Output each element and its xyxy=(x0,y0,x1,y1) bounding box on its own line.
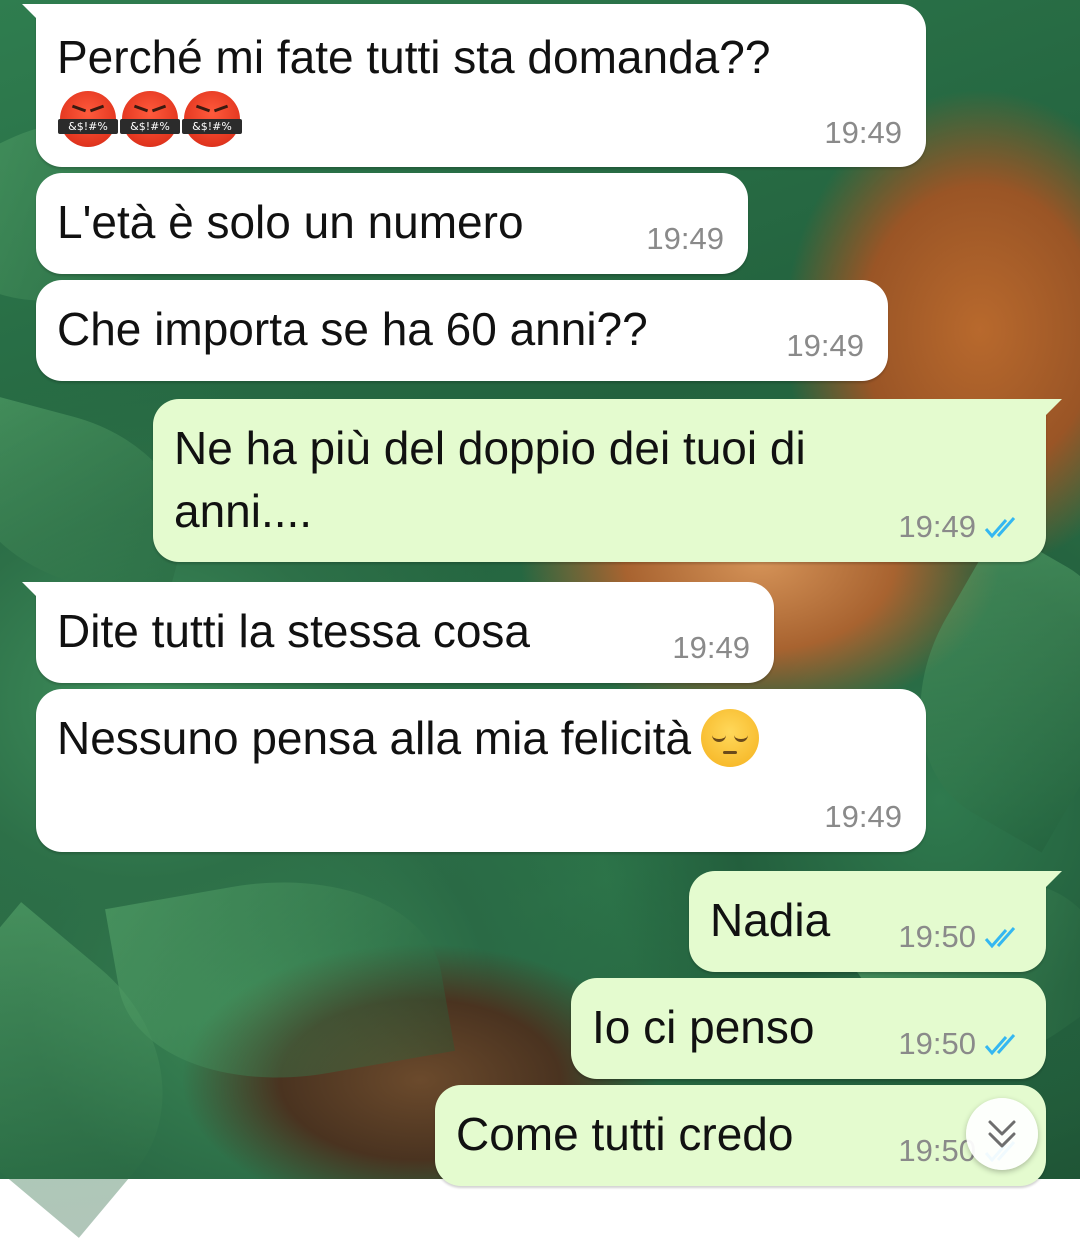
angry-face-icon: &$!#% xyxy=(120,91,180,147)
message-timestamp: 19:50 xyxy=(898,1026,976,1061)
message-timestamp: 19:49 xyxy=(824,799,902,834)
message-text: Dite tutti la stessa cosa xyxy=(57,605,530,657)
message-timestamp: 19:50 xyxy=(898,1133,976,1168)
angry-face-icon: &$!#% xyxy=(58,91,118,147)
message-text-line: Ne ha più del doppio dei tuoi di xyxy=(174,422,806,474)
bubble-tail xyxy=(22,582,44,604)
message-emoji-row: &$!#% &$!#% &$!#% xyxy=(58,91,246,147)
message-text-row: Nessuno pensa alla mia felicità xyxy=(57,709,760,767)
double-chevron-down-icon xyxy=(988,1120,1016,1148)
message-bubble-incoming[interactable]: L'età è solo un numero 19:49 xyxy=(36,173,748,274)
message-bubble-outgoing[interactable]: Io ci penso 19:50 xyxy=(571,978,1046,1079)
message-timestamp: 19:49 xyxy=(898,509,976,544)
message-bubble-outgoing[interactable]: Nadia 19:50 xyxy=(689,871,1062,972)
message-text: Che importa se ha 60 anni?? xyxy=(57,303,648,355)
read-receipt-icon xyxy=(984,517,1016,539)
message-timestamp: 19:49 xyxy=(824,115,902,150)
scroll-to-bottom-button[interactable] xyxy=(966,1098,1038,1170)
message-text: Nessuno pensa alla mia felicità xyxy=(57,712,692,764)
message-bubble-incoming[interactable]: Nessuno pensa alla mia felicità 19:49 xyxy=(36,689,926,852)
message-bubble-incoming[interactable]: Perché mi fate tutti sta domanda?? &$!#%… xyxy=(22,4,926,167)
message-bubble-incoming[interactable]: Che importa se ha 60 anni?? 19:49 xyxy=(36,280,888,381)
message-text: Come tutti credo xyxy=(456,1108,794,1160)
message-timestamp: 19:49 xyxy=(672,630,750,665)
bubble-tail xyxy=(1040,871,1062,893)
message-timestamp: 19:49 xyxy=(786,328,864,363)
read-receipt-icon xyxy=(984,1034,1016,1056)
message-text: Perché mi fate tutti sta domanda?? xyxy=(57,31,771,83)
message-text: Nadia xyxy=(710,894,831,946)
message-text: L'età è solo un numero xyxy=(57,196,524,248)
message-text-line: anni.... xyxy=(174,485,313,537)
angry-face-icon: &$!#% xyxy=(182,91,242,147)
message-timestamp: 19:49 xyxy=(646,221,724,256)
pensive-face-icon xyxy=(701,709,760,767)
message-text: Io ci penso xyxy=(592,1001,815,1053)
message-bubble-incoming[interactable]: Dite tutti la stessa cosa 19:49 xyxy=(22,582,774,683)
message-bubble-outgoing[interactable]: Come tutti credo 19:50 xyxy=(435,1085,1046,1186)
bubble-tail xyxy=(1040,399,1062,421)
read-receipt-icon xyxy=(984,927,1016,949)
bubble-tail xyxy=(22,4,44,26)
message-bubble-outgoing[interactable]: Ne ha più del doppio dei tuoi di anni...… xyxy=(153,399,1062,562)
message-timestamp: 19:50 xyxy=(898,919,976,954)
